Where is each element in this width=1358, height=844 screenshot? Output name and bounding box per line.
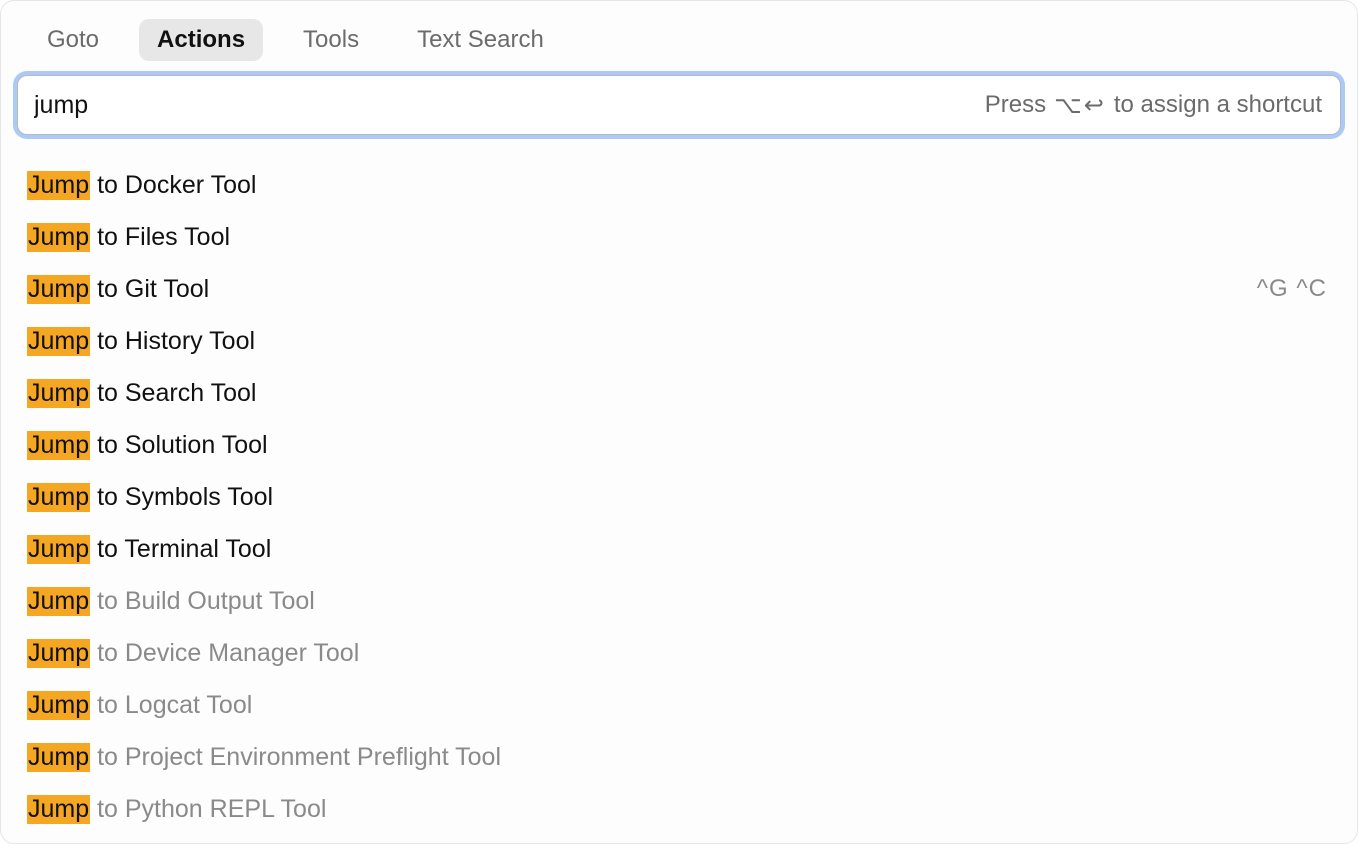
match-highlight: Jump bbox=[27, 379, 90, 408]
result-label: Jump to Build Output Tool bbox=[27, 587, 315, 616]
tab-text-search[interactable]: Text Search bbox=[399, 19, 562, 61]
result-label: Jump to Files Tool bbox=[27, 223, 230, 252]
result-text: to Logcat Tool bbox=[90, 691, 252, 720]
result-text: to Device Manager Tool bbox=[90, 639, 359, 668]
result-label: Jump to Solution Tool bbox=[27, 431, 268, 460]
result-text: to Project Environment Preflight Tool bbox=[90, 743, 501, 772]
tab-goto[interactable]: Goto bbox=[29, 19, 117, 61]
search-container: Press ⌥↩ to assign a shortcut bbox=[17, 75, 1341, 135]
result-label: Jump to Logcat Tool bbox=[27, 691, 252, 720]
action-jump-to-python-repl-tool[interactable]: Jump to Python REPL Tool bbox=[25, 783, 1333, 833]
result-label: Jump to Project Environment Preflight To… bbox=[27, 743, 501, 772]
result-text: to History Tool bbox=[90, 327, 255, 356]
action-jump-to-build-output-tool[interactable]: Jump to Build Output Tool bbox=[25, 575, 1333, 627]
match-highlight: Jump bbox=[27, 587, 90, 616]
hint-prefix: Press bbox=[985, 91, 1046, 119]
match-highlight: Jump bbox=[27, 431, 90, 460]
shortcut-hint: Press ⌥↩ to assign a shortcut bbox=[985, 91, 1322, 120]
result-text: to Files Tool bbox=[90, 223, 230, 252]
hint-key-glyphs: ⌥↩ bbox=[1054, 91, 1106, 120]
action-jump-to-search-tool[interactable]: Jump to Search Tool bbox=[25, 367, 1333, 419]
match-highlight: Jump bbox=[27, 743, 90, 772]
match-highlight: Jump bbox=[27, 795, 90, 824]
result-label: Jump to History Tool bbox=[27, 327, 255, 356]
result-label: Jump to Search Tool bbox=[27, 379, 256, 408]
result-text: to Symbols Tool bbox=[90, 483, 273, 512]
tab-actions[interactable]: Actions bbox=[139, 19, 263, 61]
match-highlight: Jump bbox=[27, 171, 90, 200]
tab-tools[interactable]: Tools bbox=[285, 19, 377, 61]
result-label: Jump to Git Tool bbox=[27, 275, 209, 304]
search-box: Press ⌥↩ to assign a shortcut bbox=[17, 75, 1341, 135]
result-text: to Python REPL Tool bbox=[90, 795, 326, 824]
action-jump-to-git-tool[interactable]: Jump to Git Tool ^G ^C bbox=[25, 263, 1333, 315]
result-label: Jump to Docker Tool bbox=[27, 171, 256, 200]
action-jump-to-device-manager-tool[interactable]: Jump to Device Manager Tool bbox=[25, 627, 1333, 679]
action-jump-to-solution-tool[interactable]: Jump to Solution Tool bbox=[25, 419, 1333, 471]
result-text: to Terminal Tool bbox=[90, 535, 271, 564]
result-shortcut: ^G ^C bbox=[1257, 275, 1333, 303]
match-highlight: Jump bbox=[27, 223, 90, 252]
command-palette: Goto Actions Tools Text Search Press ⌥↩ … bbox=[0, 0, 1358, 844]
action-jump-to-symbols-tool[interactable]: Jump to Symbols Tool bbox=[25, 471, 1333, 523]
action-jump-to-project-environment-preflight-tool[interactable]: Jump to Project Environment Preflight To… bbox=[25, 731, 1333, 783]
result-label: Jump to Terminal Tool bbox=[27, 535, 271, 564]
match-highlight: Jump bbox=[27, 639, 90, 668]
search-input[interactable] bbox=[30, 85, 985, 126]
match-highlight: Jump bbox=[27, 535, 90, 564]
result-text: to Docker Tool bbox=[90, 171, 256, 200]
result-text: to Search Tool bbox=[90, 379, 256, 408]
action-jump-to-terminal-tool[interactable]: Jump to Terminal Tool bbox=[25, 523, 1333, 575]
match-highlight: Jump bbox=[27, 483, 90, 512]
result-label: Jump to Python REPL Tool bbox=[27, 795, 326, 824]
match-highlight: Jump bbox=[27, 327, 90, 356]
match-highlight: Jump bbox=[27, 275, 90, 304]
result-text: to Build Output Tool bbox=[90, 587, 315, 616]
results-list: Jump to Docker ToolJump to Files ToolJum… bbox=[15, 141, 1343, 833]
action-jump-to-logcat-tool[interactable]: Jump to Logcat Tool bbox=[25, 679, 1333, 731]
result-label: Jump to Device Manager Tool bbox=[27, 639, 359, 668]
result-text: to Git Tool bbox=[90, 275, 209, 304]
palette-tabs: Goto Actions Tools Text Search bbox=[15, 19, 1343, 75]
result-label: Jump to Symbols Tool bbox=[27, 483, 273, 512]
hint-suffix: to assign a shortcut bbox=[1114, 91, 1322, 119]
action-jump-to-docker-tool[interactable]: Jump to Docker Tool bbox=[25, 159, 1333, 211]
result-text: to Solution Tool bbox=[90, 431, 267, 460]
match-highlight: Jump bbox=[27, 691, 90, 720]
action-jump-to-files-tool[interactable]: Jump to Files Tool bbox=[25, 211, 1333, 263]
action-jump-to-history-tool[interactable]: Jump to History Tool bbox=[25, 315, 1333, 367]
